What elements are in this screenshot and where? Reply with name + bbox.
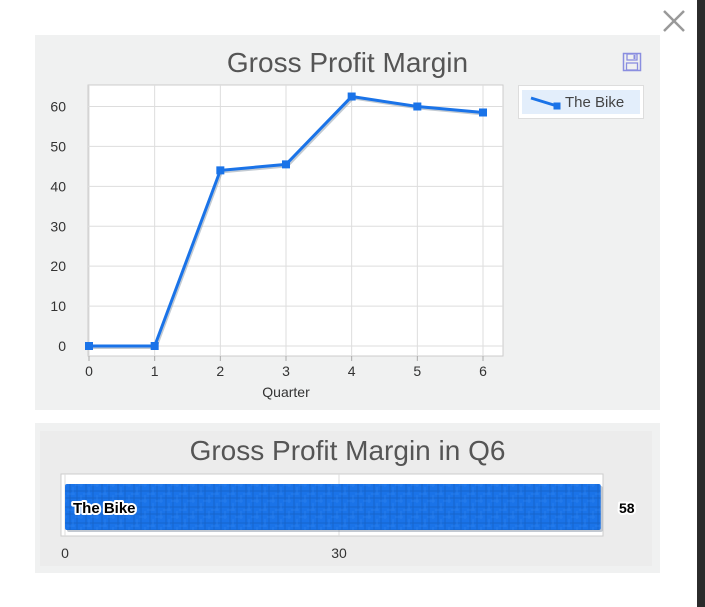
legend: The Bike (518, 85, 644, 119)
y-tick-label: 50 (50, 138, 66, 154)
x-tick-label: 1 (151, 363, 159, 379)
legend-item-the-bike[interactable]: The Bike (522, 90, 640, 114)
y-tick-label: 40 (50, 178, 66, 194)
bar-chart-panel: Gross Profit Margin in Q6 0 30 The Bike 58 (35, 423, 660, 573)
data-point (216, 166, 225, 175)
close-icon-glyph (663, 10, 685, 32)
y-tick-label: 60 (50, 99, 66, 115)
x-tick-label: 3 (282, 363, 290, 379)
y-tick-label: 0 (58, 338, 66, 354)
bar-the-bike (65, 484, 601, 530)
data-point (479, 108, 487, 117)
x-tick-label: 0 (85, 363, 93, 379)
x-tick-label: 4 (348, 363, 356, 379)
data-point (413, 102, 422, 111)
data-point (85, 342, 93, 350)
bar-x-tick-label: 0 (61, 545, 69, 561)
line-chart-panel: Gross Profit Margin 0 1 2 3 4 5 6 0 10 20 30 40 50 60… (35, 35, 660, 410)
bar-x-tick-label: 30 (331, 545, 347, 561)
y-tick-label: 20 (50, 258, 66, 274)
y-tick-label: 10 (50, 298, 66, 314)
x-tick-label: 6 (479, 363, 487, 379)
bar-category-label: The Bike (73, 500, 136, 517)
x-tick-label: 5 (413, 363, 421, 379)
x-axis-label: Quarter (262, 384, 310, 400)
bar-chart-plot: 0 30 The Bike 58 (60, 473, 637, 561)
y-tick-label: 30 (50, 218, 66, 234)
data-point (150, 342, 159, 350)
x-tick-label: 2 (216, 363, 224, 379)
bar-value-label: 58 (619, 500, 635, 516)
window-edge (697, 0, 705, 607)
legend-label: The Bike (565, 94, 625, 111)
plot-area (87, 84, 504, 357)
close-icon[interactable] (660, 7, 688, 35)
data-point (347, 92, 356, 101)
legend-line-icon (530, 96, 561, 110)
data-point (282, 160, 290, 169)
